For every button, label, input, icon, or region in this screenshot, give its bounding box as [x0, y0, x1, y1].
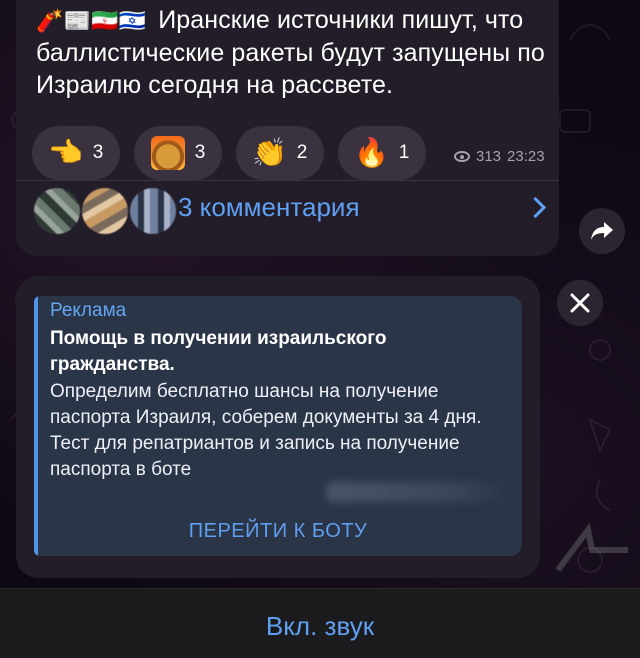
avatar: [34, 188, 80, 234]
unmute-button[interactable]: Вкл. звук: [0, 611, 640, 642]
post-text-block: 🧨📰🇮🇷🇮🇱 Иранские источники пишут, что бал…: [36, 4, 556, 101]
reaction-clapping-hands[interactable]: 👏 2: [236, 126, 324, 180]
israel-flag-icon: 🇮🇱: [118, 8, 146, 33]
reaction-this-is-fine-dog[interactable]: 3: [134, 126, 222, 180]
sponsored-card[interactable]: Реклама Помощь в получении израильского …: [34, 296, 522, 556]
comments-link[interactable]: 3 комментария: [16, 182, 559, 242]
fire-icon: 🔥: [354, 137, 390, 168]
divider: [16, 180, 559, 181]
share-arrow-icon: [591, 222, 613, 240]
this-is-fine-dog-icon: [150, 136, 185, 170]
avatar: [82, 188, 128, 234]
pointing-hand-icon: 👈: [48, 137, 84, 168]
reactions-bar: 👈 3 3 👏 2 🔥 1: [32, 126, 426, 180]
avatar: [130, 188, 176, 234]
chat-screen: 🧨📰🇮🇷🇮🇱 Иранские источники пишут, что бал…: [0, 0, 640, 658]
comments-label: 3 комментария: [178, 192, 360, 222]
reaction-count: 3: [194, 142, 206, 163]
iran-flag-icon: 🇮🇷: [91, 8, 119, 33]
close-ad-button[interactable]: [557, 280, 603, 326]
accent-bar: [34, 296, 38, 556]
eye-icon: [454, 151, 470, 162]
close-icon: [570, 293, 590, 313]
sponsored-message: Реклама Помощь в получении израильского …: [16, 276, 540, 578]
reaction-pointing-hand[interactable]: 👈 3: [32, 126, 120, 180]
ad-title: Помощь в получении израильского гражданс…: [50, 328, 387, 375]
commenter-avatars: [34, 188, 176, 234]
chevron-right-icon: [524, 196, 547, 219]
post-time: 23:23: [507, 148, 545, 165]
redacted-text: [326, 482, 506, 502]
go-to-bot-button[interactable]: ПЕРЕЙТИ К БОТУ: [34, 520, 522, 543]
reaction-count: 2: [296, 142, 308, 163]
reaction-fire[interactable]: 🔥 1: [338, 126, 426, 180]
missile-icon: 🧨: [36, 8, 64, 33]
share-button[interactable]: [579, 208, 625, 254]
newspaper-icon: 📰: [63, 8, 91, 33]
ad-body: Определим бесплатно шансы на получение п…: [50, 381, 482, 480]
channel-post: 🧨📰🇮🇷🇮🇱 Иранские источники пишут, что бал…: [16, 0, 559, 256]
ad-label: Реклама: [50, 300, 127, 321]
view-count: 313: [476, 148, 502, 165]
clapping-hands-icon: 👏: [252, 137, 288, 168]
reaction-count: 1: [398, 142, 410, 163]
post-prefix-icons: 🧨📰🇮🇷🇮🇱: [36, 8, 152, 33]
reaction-count: 3: [92, 142, 104, 163]
bottom-bar: Вкл. звук: [0, 588, 640, 658]
post-meta: 313 23:23: [454, 148, 545, 165]
watermark-logo: [555, 522, 628, 572]
